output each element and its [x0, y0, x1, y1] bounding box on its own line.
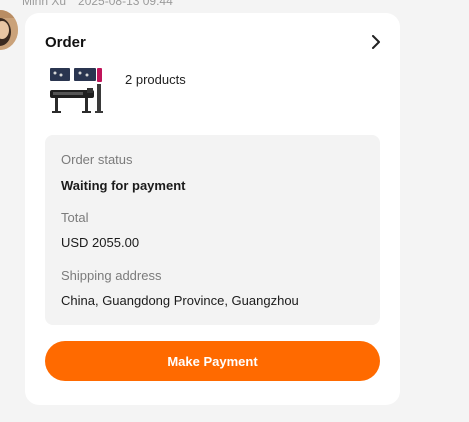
make-payment-button[interactable]: Make Payment — [45, 341, 380, 381]
sender-name: Minh Xu — [22, 0, 67, 8]
shipping-address-value: China, Guangdong Province, Guangzhou — [61, 293, 299, 308]
total-label: Total — [61, 210, 89, 225]
message-meta: Minh Xu 2025-08-13 09:44 — [22, 0, 173, 8]
order-title: Order — [45, 33, 86, 51]
avatar-image — [0, 10, 18, 50]
total-value: USD 2055.00 — [61, 235, 140, 250]
order-status-label: Order status — [61, 152, 133, 167]
product-summary[interactable]: 2 products — [47, 66, 186, 116]
chevron-right-icon[interactable] — [369, 35, 383, 49]
product-thumbnail-icon — [47, 66, 105, 116]
shipping-address-label: Shipping address — [61, 268, 162, 283]
order-details: Order status Waiting for payment Total U… — [45, 135, 380, 325]
avatar[interactable] — [0, 10, 18, 50]
order-header[interactable]: Order — [45, 31, 383, 53]
message-timestamp: 2025-08-13 09:44 — [78, 0, 173, 8]
product-count: 2 products — [125, 72, 186, 87]
order-status-value: Waiting for payment — [61, 178, 186, 193]
order-card: Order 2 products Order status Waiting fo… — [25, 13, 400, 405]
